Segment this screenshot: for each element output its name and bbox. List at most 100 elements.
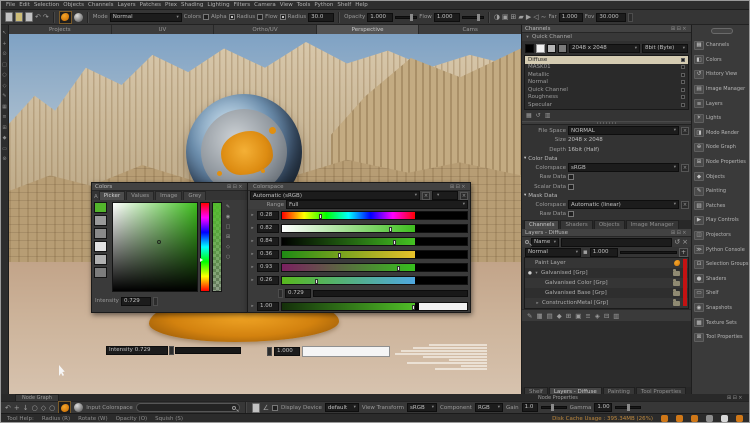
status-user-icon[interactable] — [661, 415, 668, 422]
move-icon[interactable]: + — [14, 403, 20, 413]
new-project-icon[interactable] — [5, 12, 13, 22]
zoom-tool-icon[interactable]: ⊙ — [2, 51, 6, 57]
layer-filter-dropdown[interactable]: Name▾ — [531, 238, 559, 247]
floating-value-field[interactable]: 1.000 — [274, 347, 300, 356]
undo-icon[interactable]: ↶ — [5, 403, 11, 413]
layer-amount-slider[interactable] — [620, 251, 677, 254]
sidebar-item-painting[interactable]: ✎Painting — [692, 184, 750, 199]
channel-size-dropdown[interactable]: 2048 x 2048▾ — [569, 44, 640, 53]
gain-slider-knob[interactable] — [551, 404, 554, 411]
radius-value-field[interactable]: 30.0 — [308, 13, 334, 22]
white-swatch[interactable] — [536, 44, 545, 53]
ellipse-tool-icon[interactable]: ○ — [2, 72, 6, 78]
menu-file[interactable]: File — [6, 2, 15, 8]
flow-value-field[interactable]: 1.000 — [434, 13, 460, 22]
intensity-field[interactable]: 0.729 — [121, 297, 151, 306]
floating-intensity-field[interactable]: Intensity 0.729 — [106, 346, 168, 355]
channel-row-specular[interactable]: Specular — [525, 101, 688, 109]
saturation-value-picker[interactable] — [112, 202, 198, 292]
layer-action-merge-icon[interactable]: ≡ — [585, 312, 590, 320]
status-bell-icon[interactable] — [676, 415, 683, 422]
ellipse-select-icon[interactable]: ○ — [49, 403, 55, 413]
fov-stepper[interactable] — [628, 13, 633, 22]
shadow-toggle-icon[interactable]: ▣ — [502, 12, 509, 22]
menu-ptex[interactable]: Ptex — [165, 2, 177, 8]
sidebar-item-history-view[interactable]: ↺History View — [692, 67, 750, 82]
lock-icon[interactable]: ▪ — [583, 247, 588, 257]
channel-row-roughness[interactable]: Roughness — [525, 94, 688, 102]
export-channel-icon[interactable]: ▥ — [545, 112, 551, 119]
circle-select-icon[interactable]: ○ — [32, 403, 38, 413]
alpha-value-field[interactable]: 1.00 — [257, 302, 279, 311]
colorspace-reset-button[interactable]: × — [681, 164, 689, 172]
tab-values[interactable]: Values — [126, 191, 154, 200]
channel-row-normal[interactable]: Normal — [525, 79, 688, 87]
red-gradient-slider[interactable] — [281, 250, 468, 259]
colorspace-reset-button[interactable]: × — [422, 192, 430, 200]
green-value-field[interactable]: 0.93 — [257, 263, 279, 272]
tab-grey[interactable]: Grey — [183, 191, 206, 200]
blur-tool-icon[interactable]: ⊛ — [2, 156, 6, 162]
layer-row-galvanised-base[interactable]: Galvanised Base [Grp] — [525, 288, 688, 298]
layer-action-remove-icon[interactable]: ⊟ — [604, 312, 609, 320]
sidebar-item-modo-render[interactable]: ◨Modo Render — [692, 126, 750, 141]
lighting-toggle-icon[interactable]: ◑ — [494, 12, 500, 22]
channel-lock-checkbox[interactable] — [681, 88, 685, 92]
add-channel-icon[interactable]: ▦ — [526, 112, 532, 119]
blue-value-field[interactable]: 0.26 — [257, 276, 279, 285]
fov-value-field[interactable]: 30.000 — [596, 13, 626, 22]
transform-tool-icon[interactable]: + — [2, 41, 6, 47]
status-info-icon[interactable] — [706, 415, 713, 422]
view-transform-dropdown[interactable]: sRGB▾ — [407, 403, 437, 412]
channel-lock-checkbox[interactable] — [681, 73, 685, 77]
sidebar-item-python-console[interactable]: ≫Python Console — [692, 242, 750, 257]
sidebar-item-selection-groups[interactable]: ⊡Selection Groups — [692, 257, 750, 272]
opacity-slider-knob[interactable] — [410, 14, 413, 21]
gradient-tool-icon[interactable]: ◆ — [3, 135, 7, 141]
menu-view[interactable]: View — [280, 2, 293, 8]
snapshot-icon[interactable] — [252, 403, 260, 413]
caret-down-icon[interactable]: ▾ — [534, 271, 539, 276]
scalar-data-checkbox[interactable] — [568, 184, 574, 190]
layer-action-channel-icon[interactable]: ▦ — [536, 312, 542, 320]
play-icon[interactable]: ▶ — [526, 12, 531, 22]
layer-action-procedural-icon[interactable]: ⊞ — [566, 312, 571, 320]
menu-lighting[interactable]: Lighting — [207, 2, 229, 8]
alpha-gradient-slider[interactable] — [281, 302, 468, 311]
caret-icon[interactable]: ▸ — [250, 278, 255, 283]
channel-row-diffuse[interactable]: Diffuse — [525, 56, 688, 64]
sidebar-item-play-controls[interactable]: ▶Play Controls — [692, 213, 750, 228]
opacity-value-field[interactable]: 1.000 — [367, 13, 393, 22]
diamond-select-icon[interactable]: ◇ — [41, 403, 46, 413]
component-dropdown[interactable]: RGB▾ — [475, 403, 503, 412]
tab-uv[interactable]: UV — [112, 25, 214, 34]
layer-row-galvanised-color[interactable]: Galvanised Color [Grp] — [525, 278, 688, 288]
layer-action-duplicate-icon[interactable]: ◈ — [595, 312, 600, 320]
hue-slider[interactable] — [200, 202, 210, 292]
gamma-field[interactable]: 1.00 — [594, 403, 612, 412]
lasso-tool-icon[interactable]: ◇ — [3, 83, 7, 89]
alpha-track[interactable] — [313, 290, 468, 297]
caret-icon[interactable]: ▸ — [250, 265, 255, 270]
menu-shelf[interactable]: Shelf — [337, 2, 351, 8]
hue-marker[interactable] — [200, 258, 203, 262]
menu-objects[interactable]: Objects — [63, 2, 84, 8]
gain-slider[interactable] — [541, 406, 567, 409]
tab-perspective[interactable]: Perspective — [317, 25, 419, 34]
floating-white-input[interactable] — [302, 346, 390, 357]
drop-icon[interactable]: ↓ — [23, 403, 29, 413]
channel-lock-checkbox[interactable] — [681, 80, 685, 84]
mask-colorspace-reset-button[interactable]: × — [681, 201, 689, 209]
gain-field[interactable]: 1.0 — [522, 403, 538, 412]
eyedropper-icon[interactable]: ✎ — [226, 204, 230, 210]
hue-gradient-slider[interactable] — [281, 211, 468, 220]
sidebar-item-snapshots[interactable]: ◉Snapshots — [692, 301, 750, 316]
colorspace-dropdown[interactable]: sRGB▾ — [568, 163, 679, 172]
tab-projects[interactable]: Projects — [9, 25, 111, 34]
sync-channel-icon[interactable]: ↺ — [536, 112, 541, 119]
grey-swatch[interactable] — [94, 267, 107, 278]
tab-shaders[interactable]: Shaders — [560, 220, 592, 229]
menu-channels[interactable]: Channels — [88, 2, 113, 8]
channels-palette-titlebar[interactable]: Channels ⊞⊟× — [522, 25, 691, 33]
paint-tool-icon[interactable]: ✎ — [2, 93, 6, 99]
